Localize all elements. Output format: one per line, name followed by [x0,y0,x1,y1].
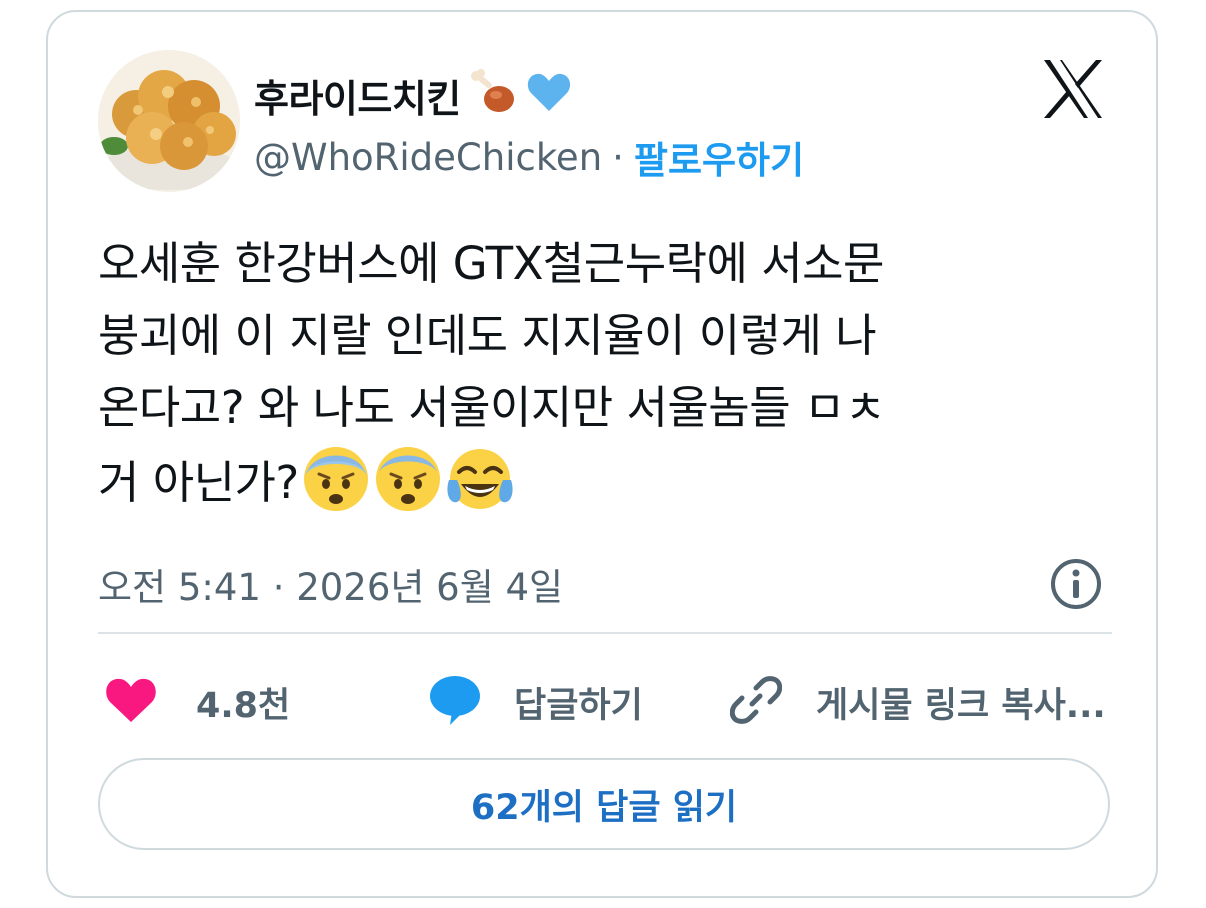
tweet-timestamp[interactable]: 오전 5:41 · 2026년 6월 4일 [98,554,563,614]
tweet-text: 오세훈 한강버스에 GTX철근누락에 서소문 붕괴에 이 지랄 인데도 지지율이… [98,228,1118,516]
anxious-face-icon [301,444,371,514]
action-bar: 4.8천 답글하기 게시물 링크 복사... [98,662,1112,742]
like-button[interactable]: 4.8천 [104,662,290,742]
anxious-face-icon [373,444,443,514]
x-logo-icon[interactable] [1040,56,1106,122]
link-icon [729,674,783,730]
tweet-last-line: 거 아닌가? [98,444,1118,516]
copy-link-button[interactable]: 게시물 링크 복사... [729,662,1106,742]
avatar[interactable] [98,50,240,192]
speech-bubble-icon [428,673,482,731]
divider [98,632,1112,634]
tweet-line: 온다고? 와 나도 서울이지만 서울놈들 ㅁㅊ [98,381,886,434]
tweet-card: 후라이드치킨 @WhoRideChicken · 팔로우하기 오세훈 한강버스에… [46,10,1158,898]
info-icon[interactable] [1048,556,1104,612]
poultry-leg-icon [467,67,519,123]
author-name-row[interactable]: 후라이드치킨 [254,67,573,123]
copy-link-label: 게시물 링크 복사... [816,685,1106,726]
tweet-line: 붕괴에 이 지랄 인데도 지지율이 이렇게 나 [98,309,877,362]
reply-label: 답글하기 [514,685,643,726]
follow-button[interactable]: 팔로우하기 [634,130,804,184]
tweet-line: 거 아닌가? [98,456,299,509]
blue-heart-icon [525,69,573,121]
like-count: 4.8천 [196,685,291,726]
tears-of-joy-icon [445,444,515,514]
author-handle[interactable]: @WhoRideChicken [254,136,602,179]
handle-row: @WhoRideChicken · 팔로우하기 [254,130,804,184]
author-name[interactable]: 후라이드치킨 [254,68,461,123]
heart-icon [104,675,158,729]
separator-dot: · [612,135,624,179]
read-replies-button[interactable]: 62개의 답글 읽기 [98,758,1110,850]
reply-button[interactable]: 답글하기 [428,662,643,742]
tweet-line: 오세훈 한강버스에 GTX철근누락에 서소문 [98,237,884,290]
